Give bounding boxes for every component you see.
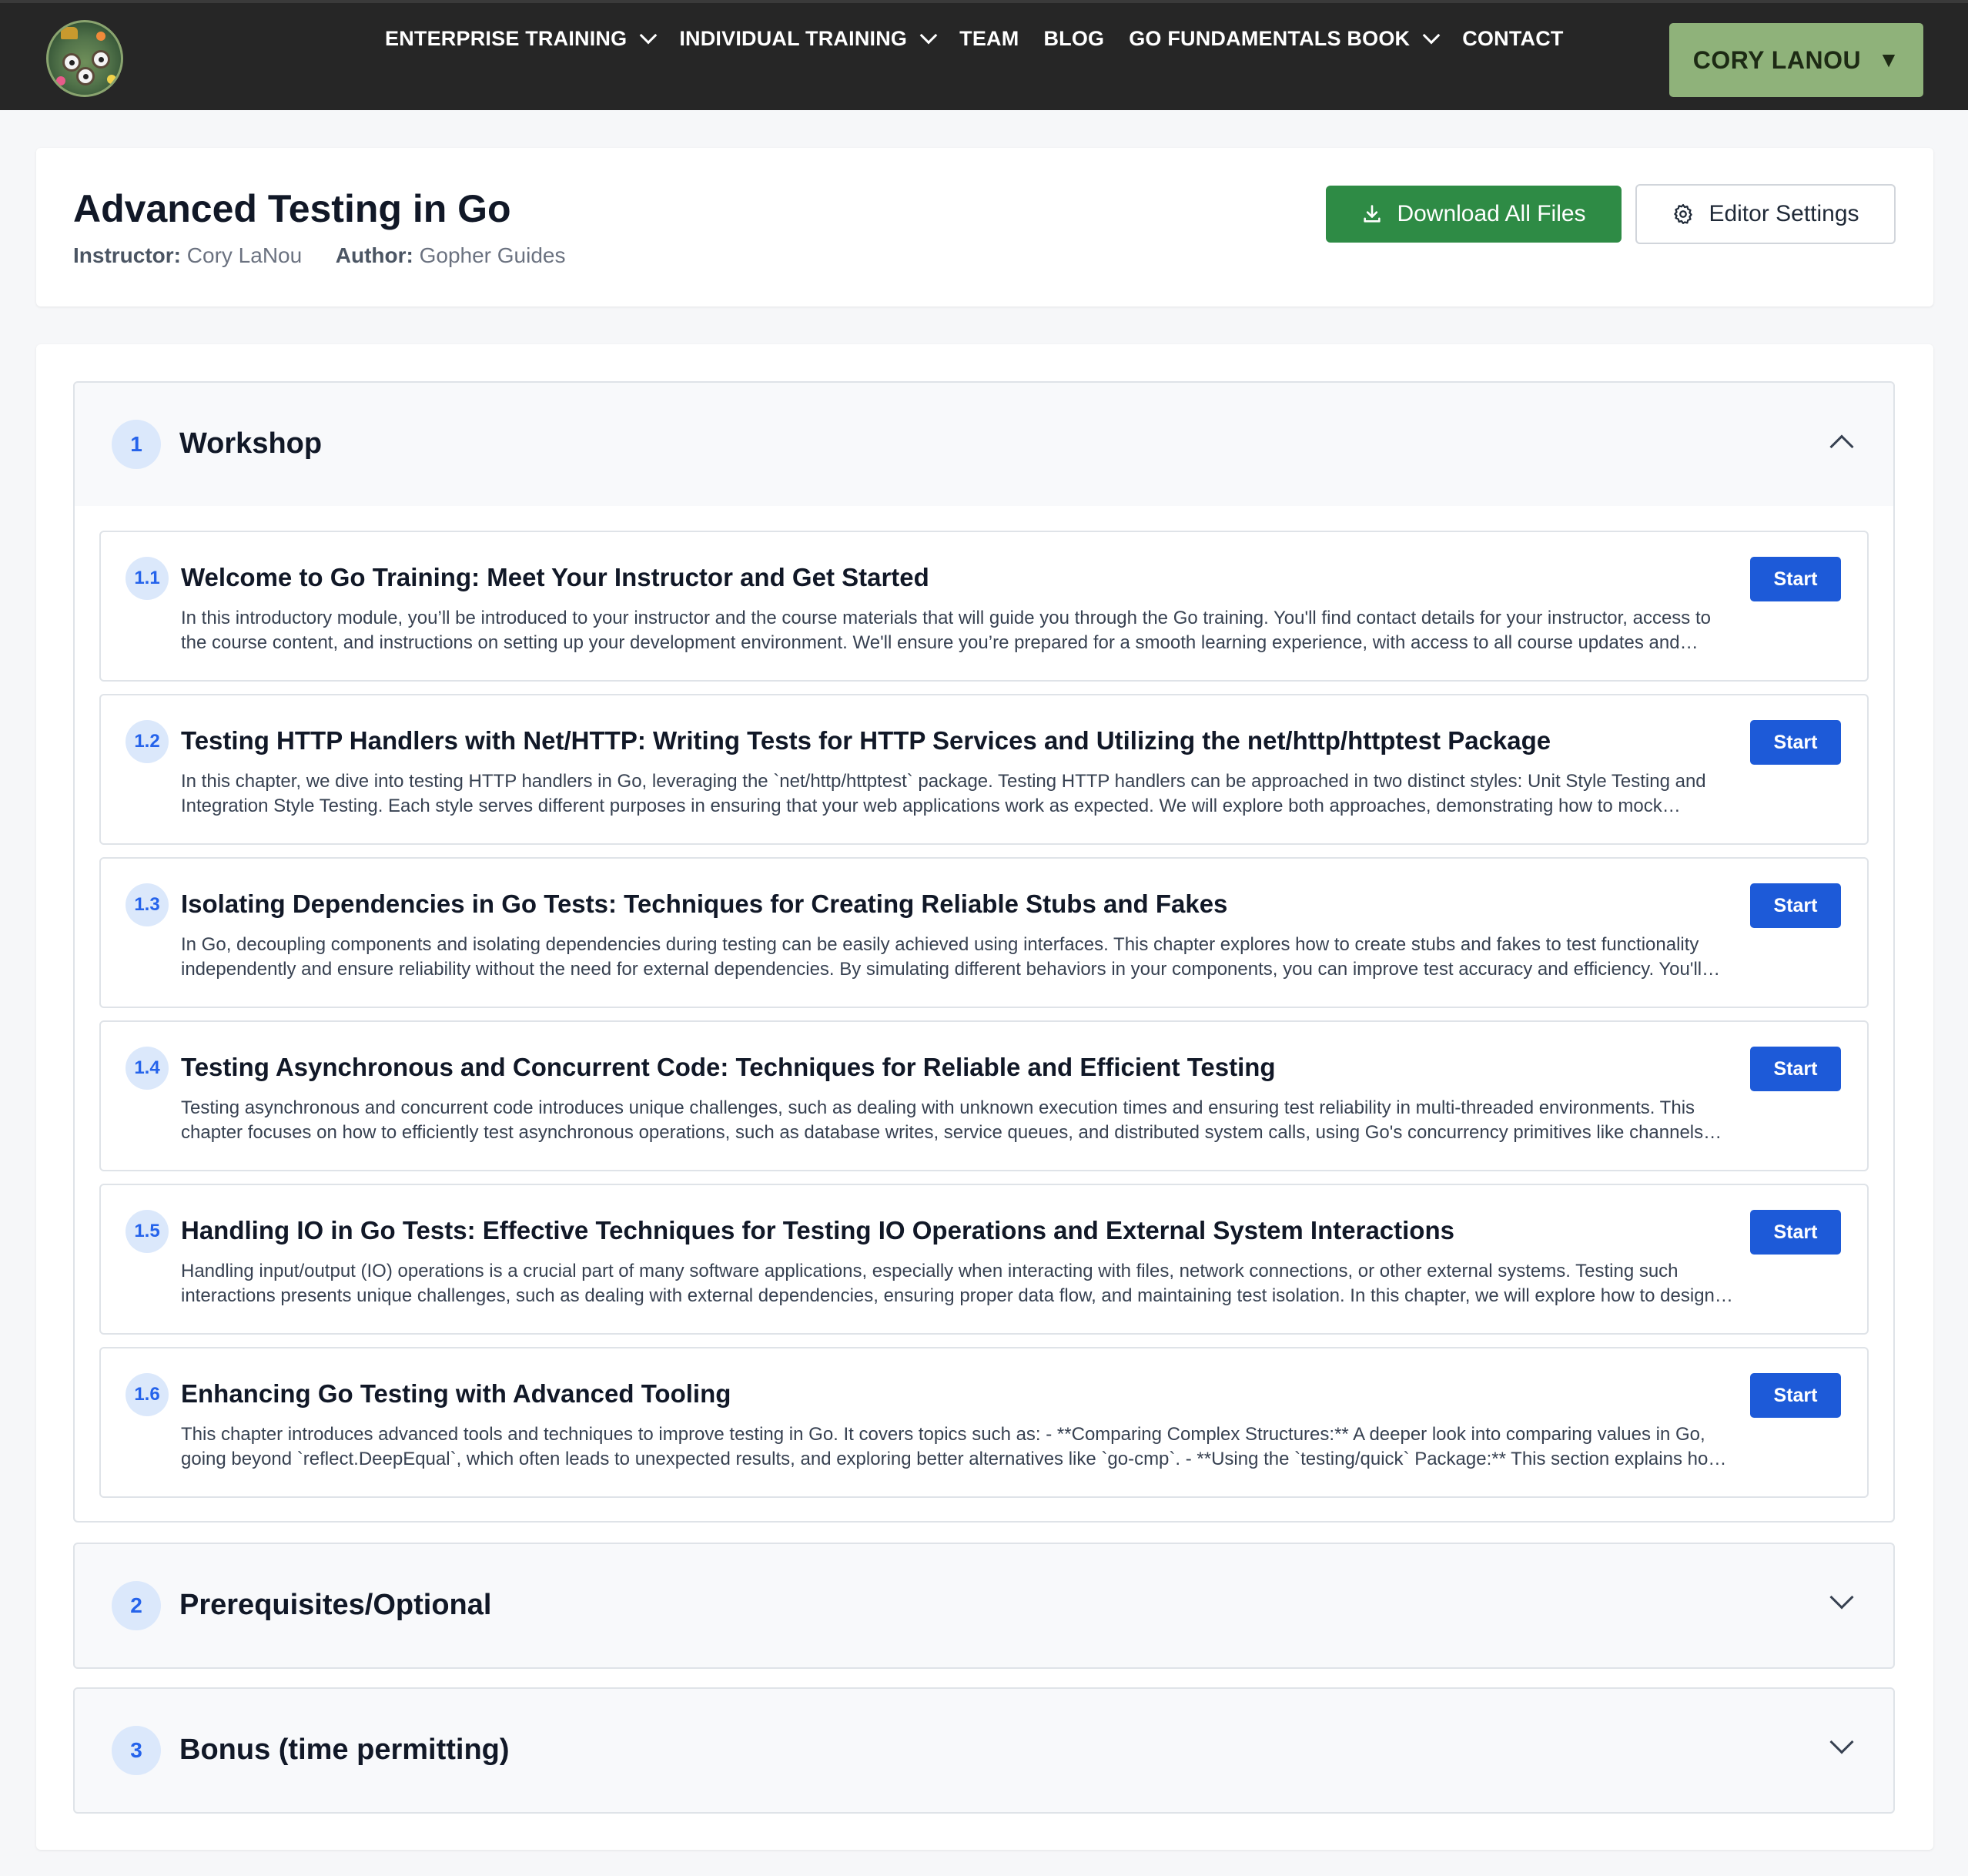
gear-icon [1674, 204, 1693, 224]
user-name: CORY LANOU [1692, 45, 1862, 74]
lesson-number-badge: 1.1 [126, 557, 169, 600]
lesson-title: Isolating Dependencies in Go Tests: Tech… [181, 889, 1228, 918]
download-icon [1364, 205, 1381, 223]
lesson-card: 1.4 Testing Asynchronous and Concurrent … [99, 1020, 1869, 1171]
lesson-title: Handling IO in Go Tests: Effective Techn… [181, 1216, 1454, 1245]
lesson-card: 1.3 Isolating Dependencies in Go Tests: … [99, 857, 1869, 1008]
instructor-label: Instructor: [73, 243, 181, 267]
lesson-number-badge: 1.5 [126, 1210, 169, 1253]
caret-down-icon: ▼ [1878, 48, 1900, 72]
nav-item-label: GO FUNDAMENTALS BOOK [1129, 26, 1411, 50]
section-prerequisites: 2 Prerequisites/Optional [73, 1543, 1895, 1669]
nav-item-label: CONTACT [1462, 26, 1564, 50]
start-button[interactable]: Start [1750, 720, 1841, 765]
lesson-title: Testing Asynchronous and Concurrent Code… [181, 1053, 1276, 1081]
author-name: Gopher Guides [419, 243, 566, 267]
section-header[interactable]: 1 Workshop [75, 383, 1893, 506]
download-label: Download All Files [1397, 201, 1586, 226]
lesson-title: Testing HTTP Handlers with Net/HTTP: Wri… [181, 726, 1551, 755]
section-header[interactable]: 3 Bonus (time permitting) [75, 1689, 1893, 1812]
lesson-card: 1.2 Testing HTTP Handlers with Net/HTTP:… [99, 694, 1869, 845]
lesson-number-badge: 1.6 [126, 1373, 169, 1416]
section-bonus: 3 Bonus (time permitting) [73, 1687, 1895, 1814]
start-button[interactable]: Start [1750, 557, 1841, 601]
author-label: Author: [335, 243, 413, 267]
lesson-title: Welcome to Go Training: Meet Your Instru… [181, 563, 929, 591]
main-menu: ENTERPRISE TRAINING INDIVIDUAL TRAINING … [385, 23, 1588, 54]
editor-settings-button[interactable]: Editor Settings [1635, 184, 1896, 244]
lesson-description: In this introductory module, you’ll be i… [181, 608, 1711, 653]
section-title: Prerequisites/Optional [179, 1589, 492, 1621]
lesson-card: 1.6 Enhancing Go Testing with Advanced T… [99, 1347, 1869, 1498]
lesson-description: In this chapter, we dive into testing HT… [181, 771, 1706, 816]
lesson-description: In Go, decoupling components and isolati… [181, 934, 1702, 980]
user-menu-button[interactable]: CORY LANOU ▼ [1669, 23, 1923, 97]
nav-item-label: INDIVIDUAL TRAINING [679, 26, 908, 50]
settings-label: Editor Settings [1709, 201, 1859, 226]
section-lessons: 1.1 Welcome to Go Training: Meet Your In… [75, 506, 1893, 1521]
chevron-down-icon[interactable] [1829, 1585, 1854, 1610]
section-number-badge: 1 [112, 420, 161, 469]
start-button[interactable]: Start [1750, 1373, 1841, 1418]
gopher-logo-icon[interactable] [46, 20, 123, 97]
start-button[interactable]: Start [1750, 883, 1841, 928]
section-header[interactable]: 2 Prerequisites/Optional [75, 1544, 1893, 1667]
nav-blog[interactable]: BLOG [1043, 27, 1104, 51]
chevron-down-icon[interactable] [1829, 1730, 1854, 1754]
lesson-number-badge: 1.2 [126, 720, 169, 763]
lesson-number-badge: 1.4 [126, 1047, 169, 1090]
nav-enterprise-training[interactable]: ENTERPRISE TRAINING [385, 26, 658, 51]
nav-go-fundamentals-book[interactable]: GO FUNDAMENTALS BOOK [1129, 26, 1441, 51]
lesson-number-badge: 1.3 [126, 883, 169, 926]
top-navbar: ENTERPRISE TRAINING INDIVIDUAL TRAINING … [0, 0, 1968, 110]
chevron-up-icon[interactable] [1829, 434, 1854, 459]
instructor-name: Cory LaNou [186, 243, 303, 267]
nav-contact[interactable]: CONTACT [1462, 27, 1563, 51]
lesson-title: Enhancing Go Testing with Advanced Tooli… [181, 1379, 731, 1408]
lesson-description: Handling input/output (IO) operations is… [181, 1261, 1715, 1306]
lesson-description: Testing asynchronous and concurrent code… [181, 1097, 1704, 1143]
nav-individual-training[interactable]: INDIVIDUAL TRAINING [679, 26, 938, 51]
course-header: Advanced Testing in Go Instructor: Cory … [36, 148, 1933, 307]
lesson-description: This chapter introduces advanced tools a… [181, 1424, 1722, 1469]
chevron-down-icon [919, 26, 938, 45]
course-content: 1 Workshop 1.1 Welcome to Go Training: M… [36, 344, 1933, 1850]
start-button[interactable]: Start [1750, 1047, 1841, 1091]
course-meta: Instructor: Cory LaNou Author: Gopher Gu… [73, 243, 566, 268]
section-number-badge: 3 [112, 1726, 161, 1775]
section-title: Bonus (time permitting) [179, 1734, 510, 1766]
chevron-down-icon [640, 26, 658, 45]
lesson-card: 1.5 Handling IO in Go Tests: Effective T… [99, 1184, 1869, 1335]
lesson-card: 1.1 Welcome to Go Training: Meet Your In… [99, 531, 1869, 682]
start-button[interactable]: Start [1750, 1210, 1841, 1255]
section-title: Workshop [179, 427, 323, 460]
download-all-files-button[interactable]: Download All Files [1326, 186, 1622, 243]
nav-item-label: TEAM [959, 26, 1019, 50]
nav-item-label: ENTERPRISE TRAINING [385, 26, 628, 50]
nav-item-label: BLOG [1043, 26, 1105, 50]
nav-team[interactable]: TEAM [959, 27, 1019, 51]
section-workshop: 1 Workshop 1.1 Welcome to Go Training: M… [73, 381, 1895, 1523]
section-number-badge: 2 [112, 1581, 161, 1630]
page-title: Advanced Testing in Go [73, 187, 511, 230]
chevron-down-icon [1422, 26, 1441, 45]
